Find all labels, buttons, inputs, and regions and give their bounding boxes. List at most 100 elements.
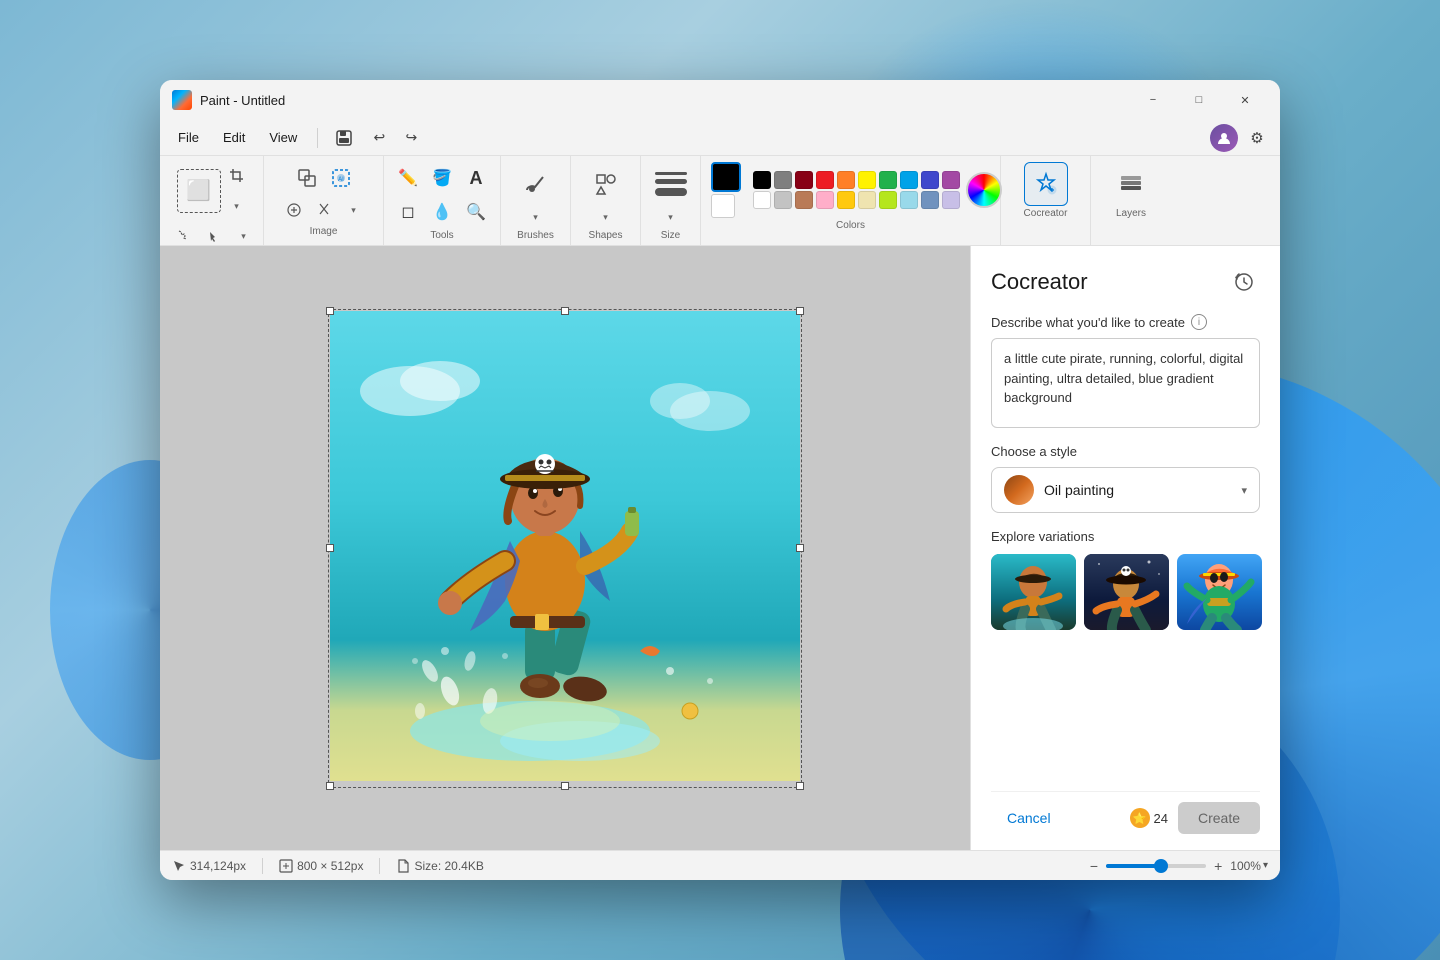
brush-main-button[interactable] — [514, 162, 558, 206]
layers-icon — [1117, 170, 1145, 198]
color1-swatch[interactable] — [711, 162, 741, 192]
color-purple[interactable] — [942, 171, 960, 189]
file-menu[interactable]: File — [168, 124, 209, 152]
flip-button[interactable] — [310, 196, 338, 224]
size-medium[interactable] — [655, 179, 687, 184]
minimize-button[interactable]: − — [1130, 85, 1176, 115]
flip-chevron[interactable]: ▾ — [340, 196, 368, 224]
eyedropper-button[interactable]: 💧 — [426, 196, 458, 228]
save-button[interactable] — [328, 122, 360, 154]
selection-main-button[interactable]: ⬜ — [177, 169, 221, 213]
brushes-chevron[interactable]: ▾ — [522, 206, 550, 228]
variation-1[interactable] — [991, 554, 1076, 630]
color-orange[interactable] — [837, 171, 855, 189]
shapes-chevron[interactable]: ▾ — [592, 206, 620, 228]
magnify-button[interactable]: 🔍 — [460, 196, 492, 228]
info-icon[interactable]: i — [1191, 314, 1207, 330]
color-red[interactable] — [816, 171, 834, 189]
variation-3[interactable] — [1177, 554, 1262, 630]
layers-button[interactable] — [1109, 162, 1153, 206]
close-button[interactable]: ✕ — [1222, 85, 1268, 115]
handle-middle-left[interactable] — [326, 544, 334, 552]
shapes-main-button[interactable] — [584, 162, 628, 206]
text-button[interactable]: A — [460, 162, 492, 194]
size-label: Size — [661, 230, 680, 241]
create-button[interactable]: Create — [1178, 802, 1260, 834]
brush-icon — [524, 172, 548, 196]
color-lavender[interactable] — [942, 191, 960, 209]
variation-2[interactable] — [1084, 554, 1169, 630]
window-title: Paint - Untitled — [200, 93, 1130, 108]
cocreator-button[interactable] — [1024, 162, 1068, 206]
color-gray[interactable] — [774, 171, 792, 189]
crop-button[interactable] — [223, 162, 251, 190]
zoom-out-button[interactable]: − — [1090, 858, 1098, 874]
file-size-item: Size: 20.4KB — [396, 859, 483, 873]
color-yellow[interactable] — [858, 171, 876, 189]
color-beige[interactable] — [858, 191, 876, 209]
ai-select-button[interactable]: AI — [325, 162, 357, 194]
zoom-in-button[interactable]: + — [1214, 858, 1222, 874]
canvas-size-icon — [279, 859, 293, 873]
style-chevron-icon: ▾ — [1241, 484, 1247, 497]
handle-bottom-center[interactable] — [561, 782, 569, 790]
handle-top-center[interactable] — [561, 307, 569, 315]
color-light-gray[interactable] — [774, 191, 792, 209]
view-menu[interactable]: View — [259, 124, 307, 152]
erase-bg-button[interactable] — [280, 196, 308, 224]
handle-middle-right[interactable] — [796, 544, 804, 552]
save-icon — [335, 129, 353, 147]
pencil-button[interactable]: ✏️ — [392, 162, 424, 194]
redo-button[interactable]: ↪ — [396, 123, 426, 153]
color-gold[interactable] — [837, 191, 855, 209]
color-white[interactable] — [753, 191, 771, 209]
color-pink[interactable] — [816, 191, 834, 209]
size-thick[interactable] — [655, 188, 687, 196]
cocreator-label: Cocreator — [1024, 208, 1068, 219]
history-button[interactable] — [1228, 266, 1260, 298]
color-lime[interactable] — [879, 191, 897, 209]
canvas-area: Cocreator Describe what you'd like to cr… — [160, 246, 1280, 850]
zoom-level-dropdown[interactable]: ▾ — [1263, 860, 1268, 871]
canvas-image[interactable] — [330, 311, 800, 781]
zoom-thumb — [1154, 859, 1168, 873]
color-cyan[interactable] — [900, 171, 918, 189]
cancel-button[interactable]: Cancel — [991, 802, 1067, 834]
profile-icon[interactable] — [1210, 124, 1238, 152]
eraser-button[interactable]: ◻ — [392, 196, 424, 228]
variations-label: Explore variations — [991, 529, 1260, 544]
canvas-wrapper — [330, 311, 800, 786]
color-sky[interactable] — [900, 191, 918, 209]
size-chevron[interactable]: ▾ — [657, 206, 685, 228]
maximize-button[interactable]: □ — [1176, 85, 1222, 115]
undo-button[interactable]: ↩ — [364, 123, 394, 153]
handle-top-right[interactable] — [796, 307, 804, 315]
color-dark-red[interactable] — [795, 171, 813, 189]
color2-swatch[interactable] — [711, 194, 735, 218]
size-thin[interactable] — [655, 172, 687, 175]
settings-button[interactable]: ⚙ — [1242, 123, 1272, 153]
image-row2: ▾ — [280, 196, 368, 224]
color-green[interactable] — [879, 171, 897, 189]
color-brown[interactable] — [795, 191, 813, 209]
zoom-slider[interactable] — [1106, 864, 1206, 868]
color-blue[interactable] — [921, 171, 939, 189]
panel-footer: Cancel ⭐ 24 Create — [991, 791, 1260, 834]
handle-top-left[interactable] — [326, 307, 334, 315]
tools-label: Tools — [430, 230, 453, 241]
variation-3-image — [1177, 554, 1262, 630]
selection-dropdown[interactable]: ▾ — [223, 192, 251, 220]
color-black[interactable] — [753, 171, 771, 189]
handle-bottom-left[interactable] — [326, 782, 334, 790]
resize-button[interactable] — [291, 162, 323, 194]
prompt-textarea[interactable]: a little cute pirate, running, colorful,… — [991, 338, 1260, 428]
color-steel-blue[interactable] — [921, 191, 939, 209]
handle-bottom-right[interactable] — [796, 782, 804, 790]
fill-button[interactable]: 🪣 — [426, 162, 458, 194]
edit-menu[interactable]: Edit — [213, 124, 255, 152]
colors-top-row — [753, 171, 960, 189]
canvas-container[interactable] — [160, 246, 970, 850]
color-picker-button[interactable] — [966, 172, 1002, 208]
style-dropdown[interactable]: Oil painting ▾ — [991, 467, 1260, 513]
coin-icon: ⭐ — [1130, 808, 1150, 828]
